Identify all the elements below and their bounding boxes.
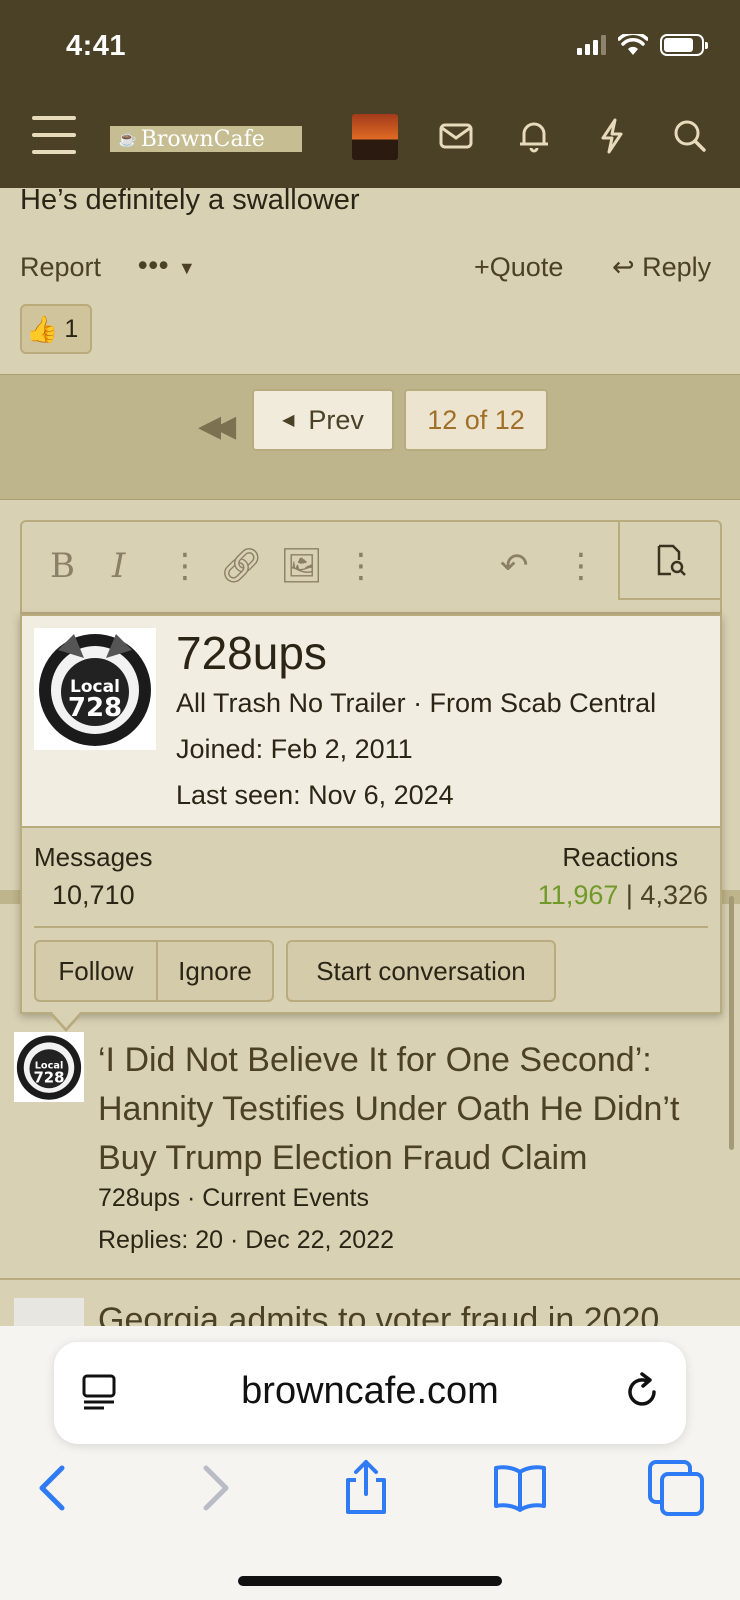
browser-toolbar: browncafe.com — [0, 1326, 740, 1600]
status-time: 4:41 — [66, 30, 127, 62]
preview-icon[interactable] — [618, 522, 722, 600]
messages-value[interactable]: 10,710 — [52, 880, 135, 911]
reply-label: Reply — [642, 252, 712, 282]
cellular-signal-icon — [577, 35, 606, 55]
thread-avatar-text-bottom: 728 — [33, 1068, 64, 1086]
member-tooltip: Local 728 728ups All Trash No Trailer · … — [20, 614, 722, 1032]
post-actions: Report ••• ▼ +Quote ↩ Reply — [20, 250, 722, 292]
thumbs-up-icon: 👍 — [26, 313, 59, 344]
battery-icon — [660, 34, 708, 56]
status-icons — [577, 34, 708, 56]
more-insert-options-icon[interactable]: ⋮ — [344, 546, 378, 586]
address-bar[interactable]: browncafe.com — [54, 1342, 686, 1444]
thread-author-avatar[interactable]: Local 728 — [14, 1032, 84, 1102]
reactions-separator: | — [625, 880, 633, 910]
reaction-count: 1 — [64, 314, 79, 343]
user-avatar[interactable] — [352, 114, 398, 160]
share-icon[interactable] — [336, 1458, 396, 1518]
bookmarks-icon[interactable] — [490, 1458, 550, 1518]
chevron-left-icon: ◀ — [282, 412, 295, 429]
start-conversation-button[interactable]: Start conversation — [286, 940, 556, 1002]
link-icon[interactable]: 🔗︎ — [220, 546, 263, 586]
forward-icon[interactable] — [184, 1458, 244, 1518]
thread-divider — [0, 1278, 740, 1280]
quote-button[interactable]: +Quote — [474, 252, 563, 283]
wifi-icon — [618, 34, 648, 55]
thread-meta: 728ups · Current Events — [98, 1184, 369, 1212]
member-avatar[interactable]: Local 728 — [34, 628, 156, 750]
reactions-positive: 11,967 — [537, 880, 619, 910]
more-options-button[interactable]: ••• ▼ — [138, 250, 197, 281]
quote-label: Quote — [489, 252, 564, 282]
member-username[interactable]: 728ups — [176, 626, 327, 680]
site-nav: ☕ BrownCafe — [0, 108, 740, 170]
member-stats: Messages 10,710 Reactions 11,967 | 4,326 — [34, 842, 708, 928]
italic-icon[interactable]: I — [112, 546, 125, 586]
bell-icon[interactable] — [514, 116, 554, 156]
member-tooltip-header: Local 728 728ups All Trash No Trailer · … — [22, 616, 720, 828]
undo-icon[interactable]: ↶ — [500, 546, 529, 586]
chevron-down-icon: ▼ — [177, 258, 197, 278]
site-logo[interactable]: ☕ BrownCafe — [110, 126, 302, 152]
logo-text: BrownCafe — [140, 126, 265, 152]
pagination: ◀◀ ◀ Prev 12 of 12 — [0, 374, 740, 500]
top-header: 4:41 ☕ BrownCafe — [0, 0, 740, 188]
ignore-button[interactable]: Ignore — [156, 940, 274, 1002]
back-icon[interactable] — [24, 1458, 84, 1518]
plus-icon: + — [474, 252, 490, 282]
reactions-values: 11,967 | 4,326 — [538, 880, 708, 911]
mail-icon[interactable] — [436, 116, 476, 156]
reactions-other: 4,326 — [640, 880, 708, 910]
prev-page-button[interactable]: ◀ Prev — [252, 389, 394, 451]
scrollbar[interactable] — [729, 896, 734, 1150]
bold-icon[interactable]: B — [50, 546, 75, 586]
thread-title[interactable]: ‘I Did Not Believe It for One Second’: H… — [98, 1036, 728, 1183]
search-icon[interactable] — [670, 116, 710, 156]
avatar-text-bottom: 728 — [68, 693, 122, 723]
member-joined: Joined: Feb 2, 2011 — [176, 734, 413, 764]
report-link[interactable]: Report — [20, 252, 101, 283]
page-indicator[interactable]: 12 of 12 — [404, 389, 548, 451]
tooltip-arrow — [48, 1010, 84, 1032]
reaction-summary[interactable]: 👍 1 — [20, 304, 92, 354]
follow-button[interactable]: Follow — [34, 940, 158, 1002]
more-text-options-icon[interactable]: ⋮ — [168, 546, 202, 586]
tabs-icon[interactable] — [646, 1458, 706, 1518]
thread-stats: Replies: 20 · Dec 22, 2022 — [98, 1226, 395, 1254]
menu-icon[interactable] — [32, 116, 76, 154]
member-last-seen: Last seen: Nov 6, 2024 — [176, 780, 454, 810]
image-icon[interactable]: 🖼︎ — [280, 546, 323, 586]
lightning-icon[interactable] — [592, 116, 632, 156]
home-indicator — [238, 1576, 502, 1586]
reload-icon[interactable] — [620, 1370, 664, 1414]
reply-arrow-icon: ↩ — [612, 252, 635, 282]
post-body-text: He’s definitely a swallower — [20, 184, 360, 216]
reply-button[interactable]: ↩ Reply — [612, 252, 711, 283]
more-dots: ••• — [138, 250, 170, 280]
logo-cup-icon: ☕ — [118, 130, 137, 148]
more-options-icon[interactable]: ⋮ — [564, 546, 598, 586]
reactions-label: Reactions — [562, 842, 678, 872]
url-text[interactable]: browncafe.com — [54, 1370, 686, 1413]
messages-label: Messages — [34, 842, 153, 872]
member-title: All Trash No Trailer · From Scab Central — [176, 688, 657, 718]
prev-label: Prev — [308, 404, 364, 435]
editor-toolbar: B I ⋮ 🔗︎ 🖼︎ ⋮ ↶ ⋮ — [22, 522, 722, 614]
first-page-icon[interactable]: ◀◀ — [198, 409, 236, 444]
